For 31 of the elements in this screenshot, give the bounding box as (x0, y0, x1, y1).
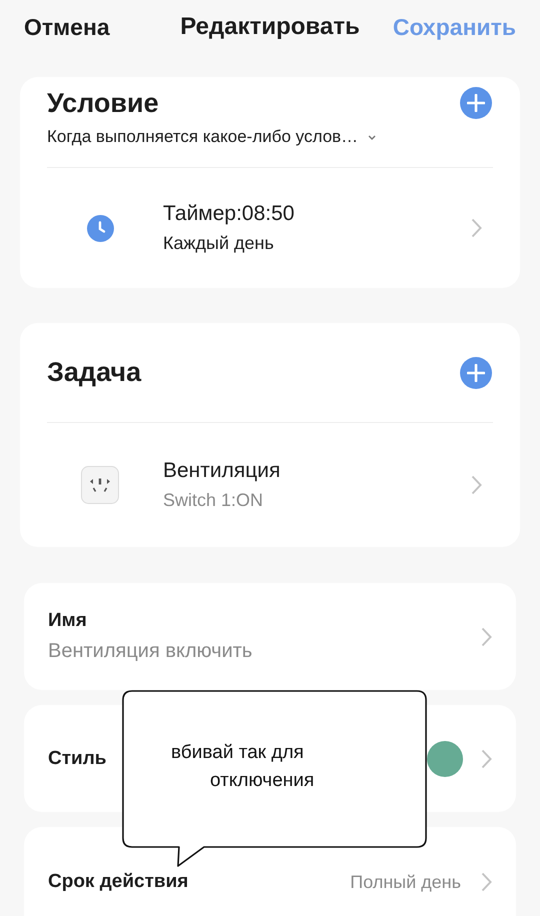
settings-row[interactable]: Имя Вентиляция включить (24, 583, 516, 690)
chevron-right-icon (471, 475, 482, 495)
setting-value: Вентиляция включить (48, 640, 252, 663)
setting-label: Имя (48, 610, 88, 632)
item-subtitle: Каждый день (163, 233, 275, 254)
cancel-button[interactable]: Отмена (24, 14, 110, 40)
condition-mode[interactable]: Когда выполняется какое-либо услов… (47, 127, 358, 147)
power-socket-icon (81, 466, 119, 504)
add-button[interactable] (460, 356, 492, 388)
callout-text: отключения (210, 770, 314, 792)
item-title: Вентиляция (163, 459, 282, 483)
setting-label: Срок действия (48, 871, 188, 893)
section-title: Задача (47, 357, 142, 388)
list-row[interactable]: Вентиляция Switch 1:ON (20, 423, 520, 547)
item-subtitle: Switch 1:ON (163, 490, 264, 511)
chevron-right-icon (481, 748, 492, 768)
add-button[interactable] (460, 87, 492, 119)
setting-label: Стиль (48, 748, 106, 770)
list-row[interactable]: Таймер:08:50 Каждый день (20, 168, 520, 288)
page-title: Редактировать (180, 13, 360, 41)
item-title: Таймер:08:50 (163, 202, 296, 226)
setting-value: Полный день (350, 872, 461, 892)
chevron-right-icon (481, 872, 492, 892)
caret-down-icon (368, 134, 376, 140)
chevron-right-icon (481, 626, 492, 646)
section-title: Условие (47, 88, 159, 118)
plus-icon (467, 94, 485, 112)
chevron-right-icon (471, 218, 482, 238)
clock-icon (86, 214, 114, 242)
plus-icon (467, 364, 485, 382)
callout-text: вбивай так для (171, 742, 304, 764)
